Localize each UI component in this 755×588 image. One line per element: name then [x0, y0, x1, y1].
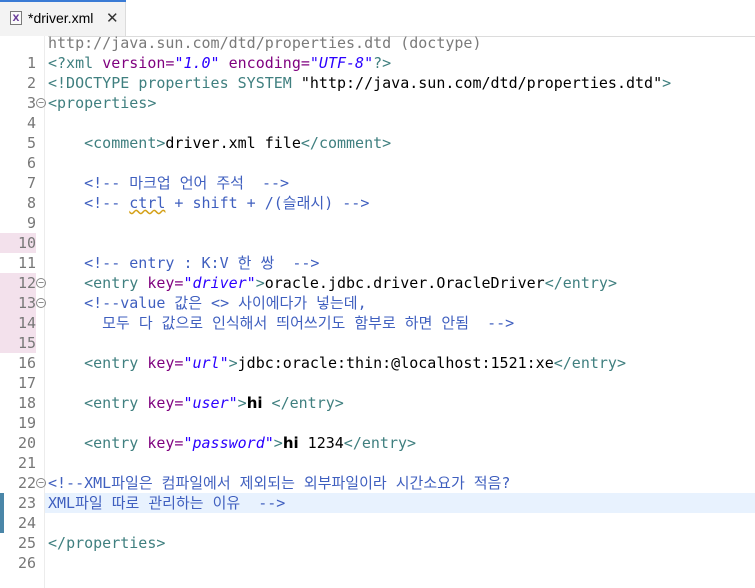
- line-number: 1: [26, 54, 36, 72]
- code-line-6[interactable]: 6: [0, 153, 755, 173]
- fold-collapse-icon[interactable]: −: [36, 278, 46, 288]
- code-line-18[interactable]: 18 <entry key="user">hi </entry>: [0, 393, 755, 413]
- line-number: 6: [26, 154, 36, 172]
- code-text[interactable]: <entry key="url">jdbc:oracle:thin:@local…: [48, 353, 626, 373]
- code-line-23[interactable]: 23 XML파일 따로 관리하는 이유 -->: [0, 493, 755, 513]
- code-line-9[interactable]: 9: [0, 213, 755, 233]
- line-number: 24: [17, 514, 36, 532]
- editor-tab-bar: X *driver.xml ✕: [0, 0, 755, 37]
- code-text[interactable]: </properties>: [48, 533, 165, 553]
- line-number: 17: [17, 374, 36, 392]
- code-line-11[interactable]: 11 <!-- entry : K:V 한 쌍 -->: [0, 253, 755, 273]
- tab-driver-xml[interactable]: X *driver.xml ✕: [0, 0, 126, 36]
- code-line-1[interactable]: 1 <?xml version="1.0" encoding="UTF-8"?>: [0, 53, 755, 73]
- line-number: 9: [26, 214, 36, 232]
- code-line-26[interactable]: 26: [0, 553, 755, 573]
- code-line-10[interactable]: 10: [0, 233, 755, 253]
- code-line-15[interactable]: 15: [0, 333, 755, 353]
- line-number: 25: [17, 534, 36, 552]
- code-text[interactable]: <comment>driver.xml file</comment>: [48, 133, 391, 153]
- line-number: 22: [17, 474, 36, 492]
- line-number: 20: [17, 434, 36, 452]
- line-number: 19: [17, 414, 36, 432]
- fold-collapse-icon[interactable]: −: [36, 478, 46, 488]
- code-text[interactable]: <!--value 값은 <> 사이에다가 넣는데,: [48, 293, 367, 313]
- code-line-17[interactable]: 17: [0, 373, 755, 393]
- tab-title: *driver.xml: [28, 10, 94, 26]
- code-line-12[interactable]: 12 − <entry key="driver">oracle.jdbc.dri…: [0, 273, 755, 293]
- code-line-5[interactable]: 5 <comment>driver.xml file</comment>: [0, 133, 755, 153]
- code-text[interactable]: <!DOCTYPE properties SYSTEM "http://java…: [48, 73, 671, 93]
- code-text[interactable]: <!-- 마크업 언어 주석 -->: [48, 173, 289, 193]
- code-line-13[interactable]: 13 − <!--value 값은 <> 사이에다가 넣는데,: [0, 293, 755, 313]
- code-line-19[interactable]: 19: [0, 413, 755, 433]
- code-line-22[interactable]: 22 − <!--XML파일은 컴파일에서 제외되는 외부파일이라 시간소요가 …: [0, 473, 755, 493]
- code-text[interactable]: <entry key="password">hi 1234</entry>: [48, 433, 416, 453]
- code-line-16[interactable]: 16 <entry key="url">jdbc:oracle:thin:@lo…: [0, 353, 755, 373]
- line-number: 10: [17, 234, 36, 252]
- code-line-8[interactable]: 8 <!-- ctrl + shift + /(슬래시) -->: [0, 193, 755, 213]
- code-line-14[interactable]: 14 모두 다 값으로 인식해서 띄어쓰기도 함부로 하면 안됨 -->: [0, 313, 755, 333]
- fold-collapse-icon[interactable]: −: [36, 298, 46, 308]
- line-number: 14: [17, 314, 36, 332]
- line-number: 12: [17, 274, 36, 292]
- line-number: 7: [26, 174, 36, 192]
- line-number: 13: [17, 294, 36, 312]
- fold-collapse-icon[interactable]: −: [36, 98, 46, 108]
- code-text[interactable]: <?xml version="1.0" encoding="UTF-8"?>: [48, 53, 391, 73]
- line-number: 15: [17, 334, 36, 352]
- line-number: 11: [17, 254, 36, 272]
- line-number: 2: [26, 74, 36, 92]
- close-icon[interactable]: ✕: [106, 9, 119, 27]
- code-text[interactable]: XML파일 따로 관리하는 이유 -->: [48, 493, 285, 513]
- code-line-20[interactable]: 20 <entry key="password">hi 1234</entry>: [0, 433, 755, 453]
- line-number: 3: [26, 94, 36, 112]
- code-text[interactable]: <!-- entry : K:V 한 쌍 -->: [48, 253, 319, 273]
- code-text[interactable]: 모두 다 값으로 인식해서 띄어쓰기도 함부로 하면 안됨 -->: [48, 313, 514, 333]
- code-text[interactable]: <!-- ctrl + shift + /(슬래시) -->: [48, 193, 369, 213]
- line-number: 18: [17, 394, 36, 412]
- code-line-21[interactable]: 21: [0, 453, 755, 473]
- xml-file-icon: X: [10, 11, 22, 25]
- line-number: 4: [26, 114, 36, 132]
- code-line-3[interactable]: 3 − <properties>: [0, 93, 755, 113]
- code-line-7[interactable]: 7 <!-- 마크업 언어 주석 -->: [0, 173, 755, 193]
- line-number: 8: [26, 194, 36, 212]
- code-line-25[interactable]: 25 </properties>: [0, 533, 755, 553]
- code-text[interactable]: <entry key="user">hi </entry>: [48, 393, 344, 413]
- code-text[interactable]: <properties>: [48, 93, 156, 113]
- doctype-hint: http://java.sun.com/dtd/properties.dtd (…: [48, 34, 482, 52]
- code-line-24[interactable]: 24: [0, 513, 755, 533]
- line-number: 26: [17, 554, 36, 572]
- code-text[interactable]: <!--XML파일은 컴파일에서 제외되는 외부파일이라 시간소요가 적음?: [48, 473, 510, 493]
- code-text[interactable]: <entry key="driver">oracle.jdbc.driver.O…: [48, 273, 617, 293]
- line-number: 16: [17, 354, 36, 372]
- line-number: 21: [17, 454, 36, 472]
- tab-active-indicator: [0, 0, 126, 2]
- line-number: 23: [17, 494, 36, 512]
- code-line-4[interactable]: 4: [0, 113, 755, 133]
- line-number: 5: [26, 134, 36, 152]
- code-line-2[interactable]: 2 <!DOCTYPE properties SYSTEM "http://ja…: [0, 73, 755, 93]
